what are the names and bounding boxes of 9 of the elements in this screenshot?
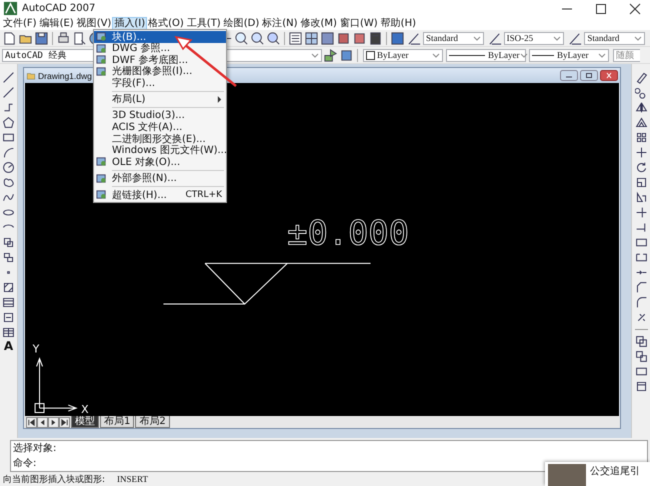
command-line: 命令: <box>13 458 38 470</box>
window-title: AutoCAD 2007 <box>22 3 96 14</box>
y-axis-label: Y <box>32 342 40 356</box>
x-axis-label: X <box>81 403 89 416</box>
elevation-text: ±0.000 <box>287 214 410 253</box>
drawing-title: Drawing1.dwg <box>38 70 92 80</box>
status-prompt: 向当前图形插入块或图形: <box>3 474 106 486</box>
status-command: INSERT <box>117 474 148 484</box>
command-line: 选择对象: <box>13 442 58 454</box>
